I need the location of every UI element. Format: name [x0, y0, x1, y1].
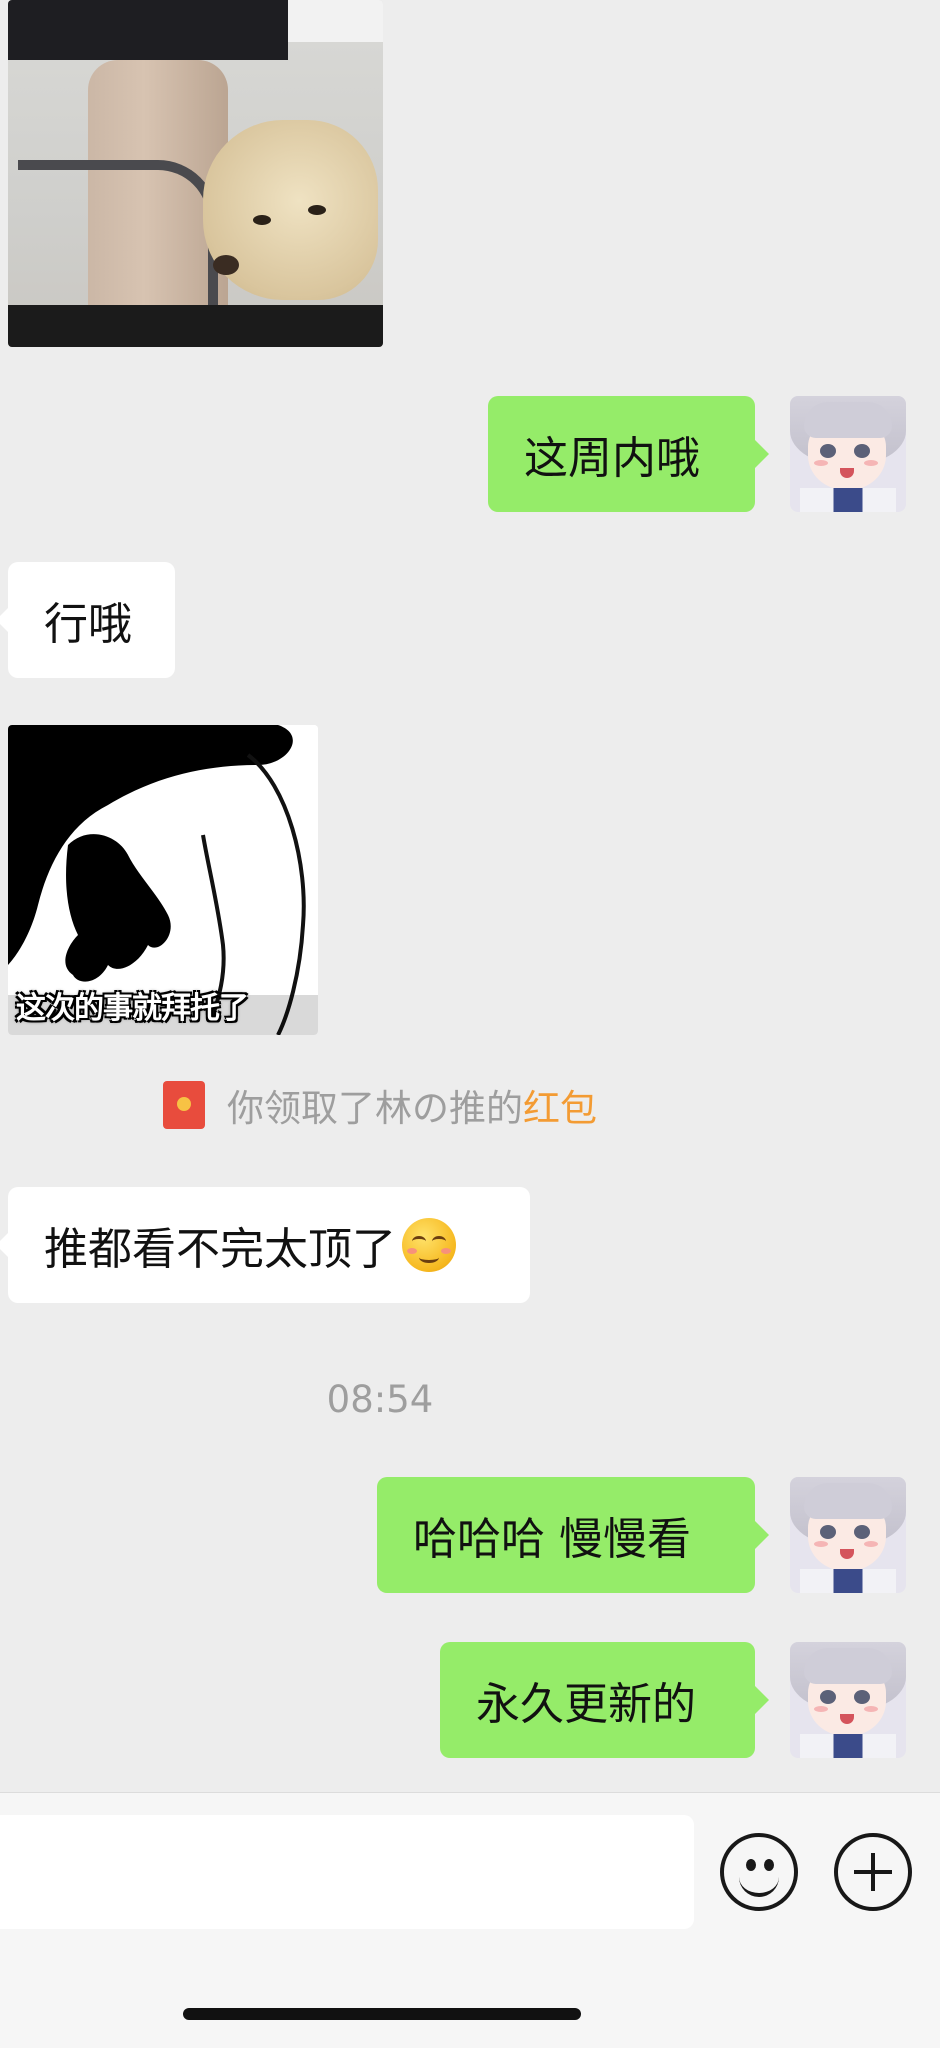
photo-dog-eye — [253, 215, 271, 225]
home-indicator[interactable] — [183, 2008, 581, 2020]
avatar-collar — [800, 488, 896, 512]
avatar-eye — [820, 1690, 836, 1704]
avatar-fringe — [804, 402, 892, 438]
self-avatar[interactable] — [790, 1642, 906, 1758]
photo-chair — [18, 160, 218, 310]
red-packet-icon — [163, 1081, 205, 1129]
avatar-collar — [800, 1569, 896, 1593]
avatar-fringe — [804, 1648, 892, 1684]
message-bubble-self[interactable]: 这周内哦 — [488, 396, 769, 512]
message-input[interactable] — [0, 1815, 694, 1929]
photo-skirt — [8, 0, 288, 60]
avatar-collar — [800, 1734, 896, 1758]
red-packet-link[interactable]: 红包 — [523, 1078, 597, 1132]
red-packet-notice[interactable]: 你领取了林の推的 红包 — [0, 1078, 760, 1132]
chat-screen: 这周内哦 行哦 这次的事就拜托了 你领取了林の推的 红包 推都看不完太顶了 08… — [0, 0, 940, 2048]
avatar-eye — [820, 444, 836, 458]
smirk-face-emoji-icon — [402, 1218, 456, 1272]
photo-dog-nose — [213, 255, 239, 275]
message-text: 行哦 — [44, 599, 132, 650]
avatar-cheek — [864, 1706, 878, 1712]
self-avatar[interactable] — [790, 396, 906, 512]
plus-icon[interactable] — [834, 1833, 912, 1911]
message-bubble-self[interactable]: 哈哈哈 慢慢看 — [377, 1477, 769, 1593]
photo-dog-eye — [308, 205, 326, 215]
avatar-cheek — [814, 460, 828, 466]
avatar-cheek — [864, 460, 878, 466]
message-timestamp: 08:54 — [326, 1378, 434, 1421]
message-text: 永久更新的 — [476, 1679, 696, 1730]
photo-floor — [8, 305, 383, 347]
sticker-message[interactable]: 这次的事就拜托了 — [8, 725, 318, 1035]
avatar-eye — [854, 1690, 870, 1704]
smile-icon[interactable] — [720, 1833, 798, 1911]
message-bubble-other[interactable]: 行哦 — [0, 562, 175, 678]
message-bubble-other[interactable]: 推都看不完太顶了 — [0, 1187, 530, 1303]
avatar-fringe — [804, 1483, 892, 1519]
photo-desk — [288, 0, 383, 42]
self-avatar[interactable] — [790, 1477, 906, 1593]
avatar-eye — [820, 1525, 836, 1539]
sticker-caption: 这次的事就拜托了 — [16, 991, 249, 1026]
avatar-cheek — [814, 1541, 828, 1547]
avatar-cheek — [814, 1706, 828, 1712]
dog-photo-message[interactable] — [8, 0, 383, 347]
avatar-cheek — [864, 1541, 878, 1547]
message-text: 哈哈哈 慢慢看 — [413, 1514, 691, 1565]
avatar-eye — [854, 1525, 870, 1539]
message-text: 这周内哦 — [524, 433, 700, 484]
avatar-eye — [854, 444, 870, 458]
message-bubble-self[interactable]: 永久更新的 — [440, 1642, 769, 1758]
message-list[interactable]: 这周内哦 行哦 这次的事就拜托了 你领取了林の推的 红包 推都看不完太顶了 08… — [0, 0, 940, 1792]
message-text: 推都看不完太顶了 — [44, 1224, 396, 1275]
notice-text: 你领取了林の推的 — [227, 1087, 523, 1130]
